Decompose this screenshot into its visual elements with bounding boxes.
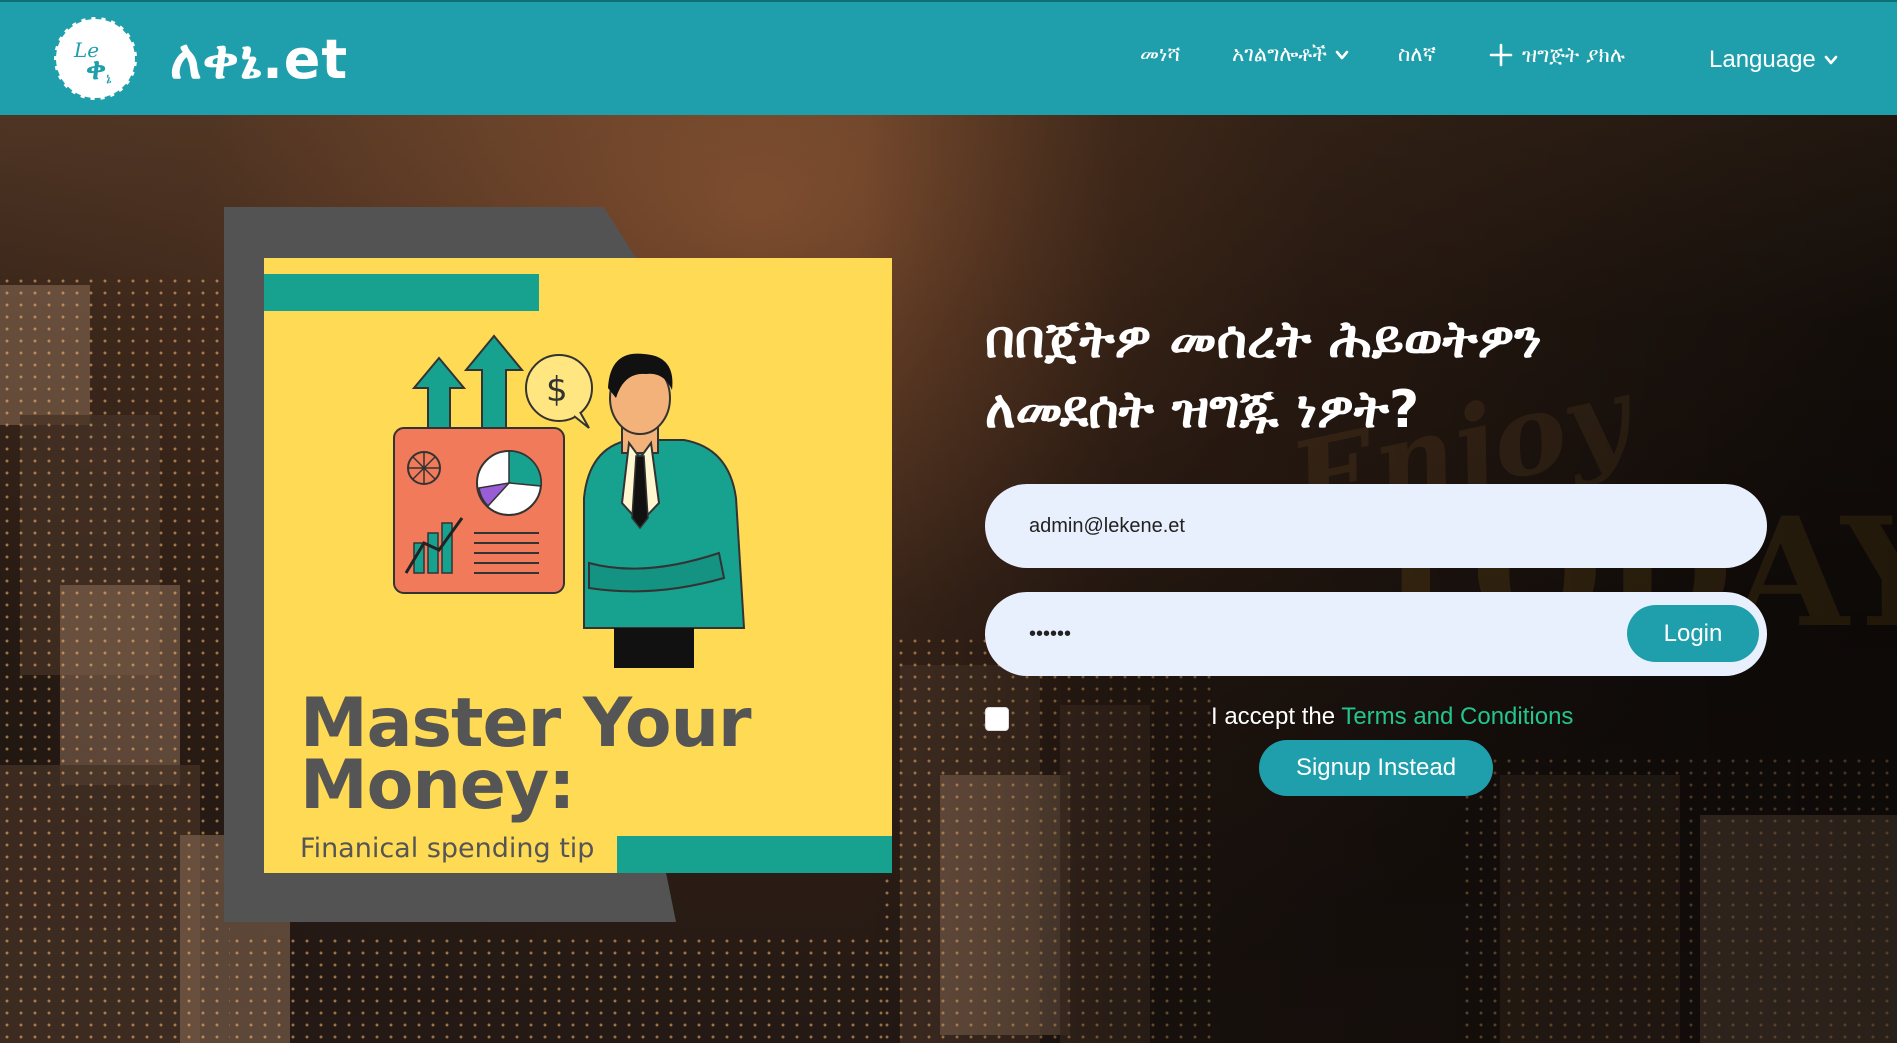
email-input[interactable] — [1029, 514, 1629, 538]
nav-add-budget-label: ዝግጅት ያክሉ — [1522, 42, 1625, 67]
email-field[interactable] — [985, 484, 1767, 568]
brand-name[interactable]: ለቀኔ.et — [170, 28, 348, 92]
nav-add-budget[interactable]: ዝግጅት ያክሉ — [1488, 42, 1625, 68]
promo-poster: $ Master Your Money: Finanical spending … — [264, 258, 892, 873]
terms-checkbox[interactable] — [985, 707, 1009, 731]
nav-home-label: መነሻ — [1140, 42, 1181, 66]
chevron-down-icon — [1824, 55, 1838, 65]
poster-title: Master Your Money: — [300, 690, 752, 825]
nav-home[interactable]: መነሻ — [1140, 42, 1180, 67]
nav-services-dropdown[interactable]: አገልግሎቶች — [1232, 42, 1349, 67]
language-label: Language — [1709, 46, 1816, 73]
poster-title-line2: Money: — [300, 746, 575, 825]
terms-link[interactable]: Terms and Conditions — [1341, 703, 1573, 730]
poster-teal-bar — [264, 274, 539, 311]
poster-subtitle: Finanical spending tip — [300, 833, 595, 864]
top-navbar: Le ቀ ኔ ለቀኔ.et መነሻ አገልግሎቶች ስለኛ ዝግጅት ያክሉ L… — [0, 0, 1897, 115]
svg-text:ኔ: ኔ — [106, 71, 112, 87]
businessman-finance-illustration: $ — [393, 334, 746, 668]
login-button[interactable]: Login — [1627, 605, 1759, 662]
password-input[interactable]: •••••• — [1029, 623, 1071, 646]
poster-teal-bar — [617, 836, 892, 873]
dark-overlay — [860, 115, 1897, 1043]
svg-text:ቀ: ቀ — [86, 52, 106, 87]
svg-text:$: $ — [546, 370, 568, 410]
password-field[interactable]: •••••• Login — [985, 592, 1767, 676]
nav-services-label: አገልግሎቶች — [1232, 42, 1328, 66]
signup-button[interactable]: Signup Instead — [1259, 740, 1493, 796]
nav-about[interactable]: ስለኛ — [1398, 42, 1436, 67]
logo-mark: Le ቀ ኔ — [73, 38, 112, 87]
terms-prefix: I accept the — [1211, 703, 1342, 730]
plus-icon — [1489, 43, 1513, 67]
lekene-logo-icon[interactable]: Le ቀ ኔ — [54, 17, 137, 100]
language-dropdown[interactable]: Language — [1709, 46, 1838, 74]
chevron-down-icon — [1335, 50, 1349, 59]
headline-line2: ለመደሰት ዝግጁ ነዎት? — [985, 380, 1420, 440]
terms-label: I accept the Terms and Conditions — [1211, 703, 1573, 731]
nav-about-label: ስለኛ — [1398, 42, 1436, 66]
hero-headline: በበጀትዎ መሰረት ሕይወትዎን ለመደሰት ዝግጁ ነዎት? — [985, 305, 1765, 445]
headline-line1: በበጀትዎ መሰረት ሕይወትዎን — [985, 310, 1542, 370]
